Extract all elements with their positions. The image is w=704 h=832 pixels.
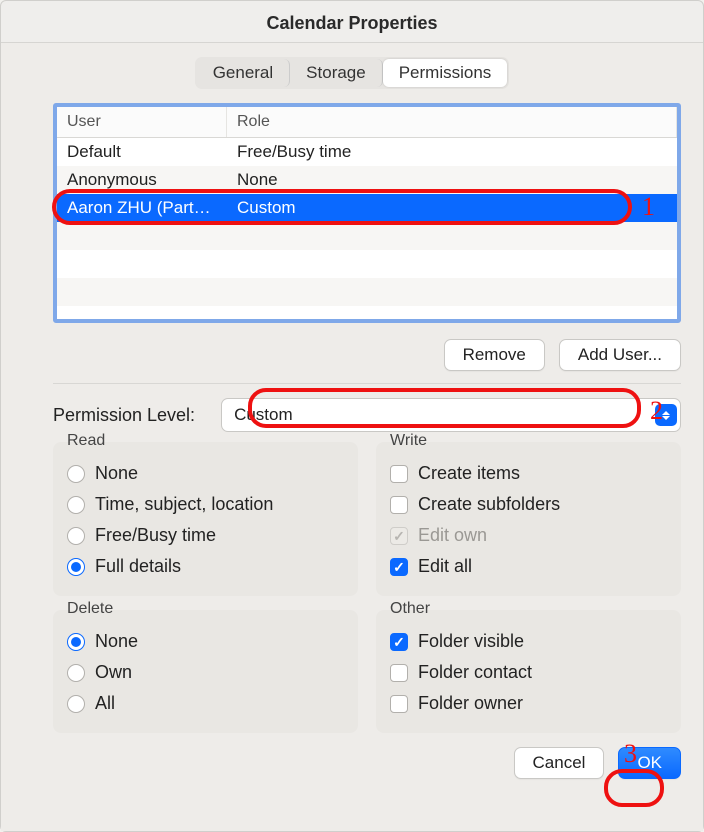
cell-role: None <box>227 168 677 192</box>
tab-bar: General Storage Permissions <box>23 57 681 89</box>
option-label: Edit all <box>418 556 472 577</box>
tab-permissions[interactable]: Permissions <box>383 59 508 87</box>
add-user-button[interactable]: Add User... <box>559 339 681 371</box>
radio-icon <box>67 558 85 576</box>
table-buttons: Remove Add User... <box>53 323 681 383</box>
read-none-radio[interactable]: None <box>67 458 344 489</box>
table-row[interactable]: Anonymous None <box>57 166 677 194</box>
annotation-2-label: 2 <box>650 396 663 426</box>
option-label: Time, subject, location <box>95 494 273 515</box>
other-folder-visible-checkbox[interactable]: Folder visible <box>390 626 667 657</box>
read-full-details-radio[interactable]: Full details <box>67 551 344 582</box>
checkbox-icon <box>390 558 408 576</box>
permission-level-select[interactable]: Custom <box>221 398 681 432</box>
permissions-table[interactable]: User Role Default Free/Busy time Anonymo… <box>53 103 681 323</box>
remove-button[interactable]: Remove <box>444 339 545 371</box>
checkbox-icon <box>390 695 408 713</box>
option-label: All <box>95 693 115 714</box>
radio-icon <box>67 664 85 682</box>
option-label: Full details <box>95 556 181 577</box>
checkbox-icon <box>390 527 408 545</box>
table-row[interactable] <box>57 222 677 250</box>
calendar-properties-dialog: Calendar Properties General Storage Perm… <box>0 0 704 832</box>
option-label: None <box>95 463 138 484</box>
tab-general[interactable]: General <box>197 59 290 87</box>
read-time-subject-location-radio[interactable]: Time, subject, location <box>67 489 344 520</box>
option-label: Own <box>95 662 132 683</box>
tab-group: General Storage Permissions <box>195 57 510 89</box>
checkbox-icon <box>390 633 408 651</box>
table-row[interactable] <box>57 250 677 278</box>
other-folder-owner-checkbox[interactable]: Folder owner <box>390 688 667 719</box>
table-body: Default Free/Busy time Anonymous None Aa… <box>57 138 677 306</box>
delete-group: Delete None Own All <box>53 610 358 733</box>
write-create-subfolders-checkbox[interactable]: Create subfolders <box>390 489 667 520</box>
radio-icon <box>67 496 85 514</box>
write-group-title: Write <box>390 432 667 450</box>
table-header: User Role <box>57 107 677 138</box>
option-label: Free/Busy time <box>95 525 216 546</box>
read-group-title: Read <box>67 432 344 450</box>
delete-own-radio[interactable]: Own <box>67 657 344 688</box>
delete-group-title: Delete <box>67 600 344 618</box>
annotation-1-label: 1 <box>642 192 655 222</box>
dialog-content: General Storage Permissions User Role De… <box>1 43 703 831</box>
permission-level-label: Permission Level: <box>53 405 195 426</box>
option-label: Edit own <box>418 525 487 546</box>
checkbox-icon <box>390 496 408 514</box>
radio-icon <box>67 695 85 713</box>
write-create-items-checkbox[interactable]: Create items <box>390 458 667 489</box>
delete-none-radio[interactable]: None <box>67 626 344 657</box>
dialog-title: Calendar Properties <box>1 1 703 43</box>
radio-icon <box>67 465 85 483</box>
write-group: Write Create items Create subfolders Edi… <box>376 442 681 596</box>
checkbox-icon <box>390 465 408 483</box>
dialog-footer: Cancel OK <box>53 733 681 779</box>
table-row[interactable]: Default Free/Busy time <box>57 138 677 166</box>
write-edit-all-checkbox[interactable]: Edit all <box>390 551 667 582</box>
table-row[interactable]: Aaron ZHU (Part… Custom <box>57 194 677 222</box>
annotation-3-label: 3 <box>624 739 637 769</box>
cell-role: Free/Busy time <box>227 140 677 164</box>
option-label: Folder contact <box>418 662 532 683</box>
tab-storage[interactable]: Storage <box>290 59 383 87</box>
cancel-button[interactable]: Cancel <box>514 747 605 779</box>
col-header-user[interactable]: User <box>57 107 227 137</box>
permission-groups: Read None Time, subject, location Free/B… <box>53 442 681 733</box>
col-header-role[interactable]: Role <box>227 107 677 137</box>
other-group-title: Other <box>390 600 667 618</box>
cell-user: Aaron ZHU (Part… <box>57 196 227 220</box>
permission-level-select-wrap: Custom <box>221 398 681 432</box>
delete-all-radio[interactable]: All <box>67 688 344 719</box>
checkbox-icon <box>390 664 408 682</box>
other-group: Other Folder visible Folder contact Fold… <box>376 610 681 733</box>
table-row[interactable] <box>57 278 677 306</box>
cell-user: Default <box>57 140 227 164</box>
option-label: None <box>95 631 138 652</box>
option-label: Folder visible <box>418 631 524 652</box>
write-edit-own-checkbox: Edit own <box>390 520 667 551</box>
read-group: Read None Time, subject, location Free/B… <box>53 442 358 596</box>
other-folder-contact-checkbox[interactable]: Folder contact <box>390 657 667 688</box>
read-freebusy-radio[interactable]: Free/Busy time <box>67 520 344 551</box>
cell-user: Anonymous <box>57 168 227 192</box>
option-label: Create items <box>418 463 520 484</box>
cell-role: Custom <box>227 196 677 220</box>
option-label: Folder owner <box>418 693 523 714</box>
radio-icon <box>67 633 85 651</box>
radio-icon <box>67 527 85 545</box>
option-label: Create subfolders <box>418 494 560 515</box>
